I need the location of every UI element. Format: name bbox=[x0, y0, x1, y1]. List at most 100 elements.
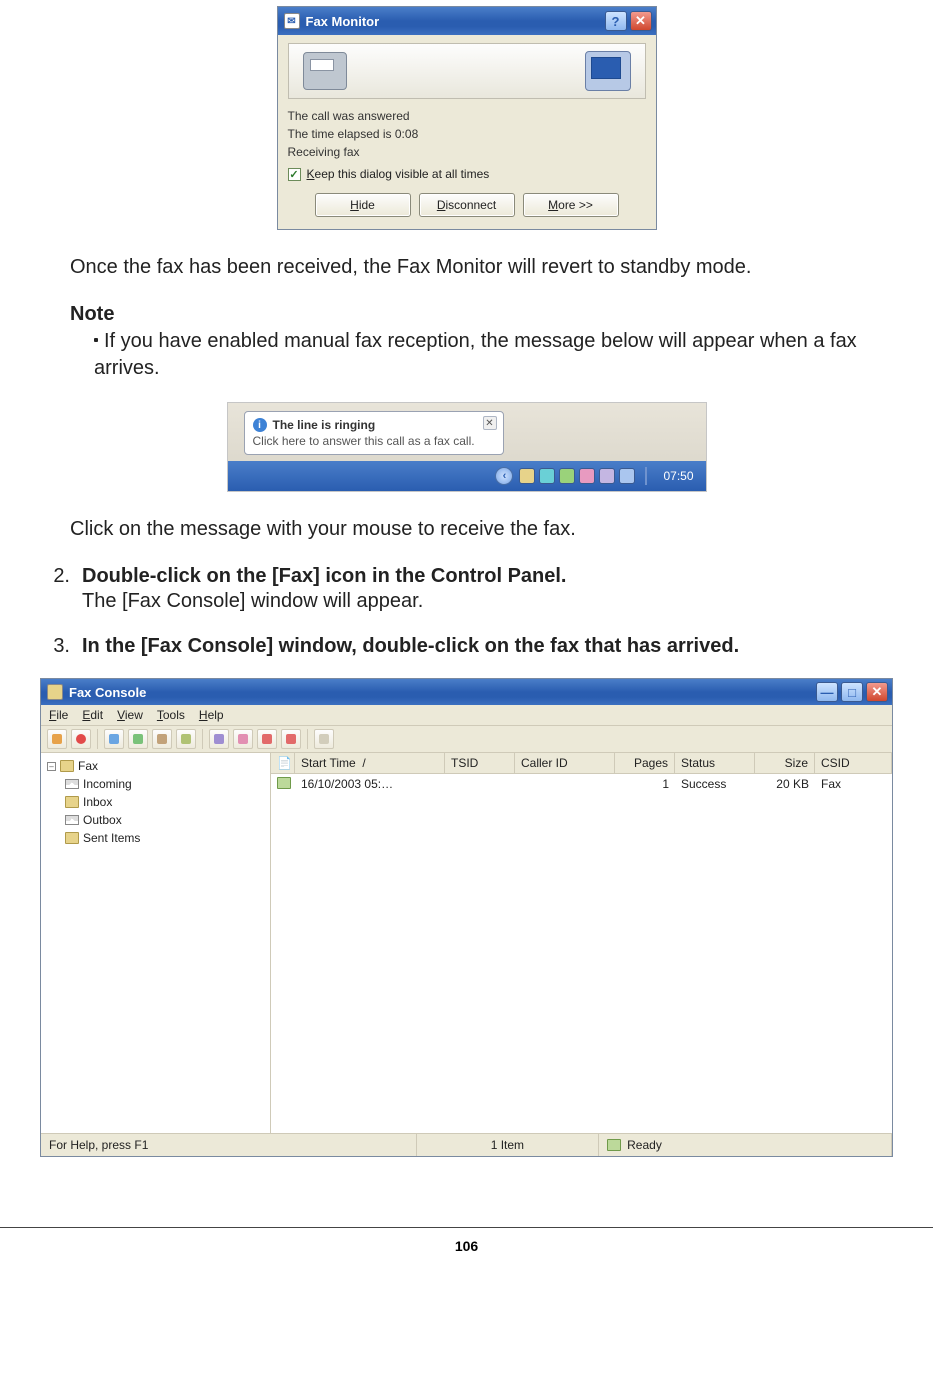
toolbar-button[interactable] bbox=[281, 729, 301, 749]
col-pages-header[interactable]: Pages bbox=[615, 753, 675, 773]
info-icon: i bbox=[253, 418, 267, 432]
close-button[interactable]: ✕ bbox=[866, 682, 888, 702]
tree-root-fax[interactable]: – Fax bbox=[47, 757, 264, 775]
balloon-body: Click here to answer this call as a fax … bbox=[253, 434, 495, 448]
bullet-icon bbox=[94, 338, 98, 342]
fax-console-app-icon bbox=[47, 684, 63, 700]
paragraph: Once the fax has been received, the Fax … bbox=[70, 254, 863, 281]
disconnect-button[interactable]: Disconnect bbox=[419, 193, 515, 217]
fax-monitor-title: Fax Monitor bbox=[306, 14, 380, 29]
tree-label: Incoming bbox=[83, 777, 132, 791]
status-line: The time elapsed is 0:08 bbox=[288, 125, 646, 143]
step-subtext: The [Fax Console] window will appear. bbox=[82, 590, 863, 613]
taskbar: ‹ 07:50 bbox=[228, 461, 706, 491]
tray-icon[interactable] bbox=[519, 468, 535, 484]
fax-console-titlebar[interactable]: Fax Console — □ ✕ bbox=[41, 679, 892, 705]
keep-visible-checkbox[interactable]: ✓ bbox=[288, 168, 301, 181]
toolbar-button[interactable] bbox=[209, 729, 229, 749]
cell-size: 20 KB bbox=[755, 774, 815, 795]
menubar: File Edit View Tools Help bbox=[41, 705, 892, 726]
col-caller-header[interactable]: Caller ID bbox=[515, 753, 615, 773]
page-number: 106 bbox=[455, 1238, 478, 1254]
col-start-header[interactable]: Start Time / bbox=[295, 753, 445, 773]
tray-clock: 07:50 bbox=[657, 469, 699, 483]
fax-monitor-app-icon: ✉ bbox=[284, 13, 300, 29]
tree-item-sent[interactable]: Sent Items bbox=[47, 829, 264, 847]
toolbar-button[interactable] bbox=[71, 729, 91, 749]
cell-caller bbox=[515, 774, 615, 795]
step-number: 3. bbox=[42, 635, 70, 658]
menu-tools[interactable]: Tools bbox=[157, 708, 185, 722]
tray-icon[interactable] bbox=[619, 468, 635, 484]
toolbar-button[interactable] bbox=[152, 729, 172, 749]
tree-label: Sent Items bbox=[83, 831, 140, 845]
toolbar-button[interactable] bbox=[176, 729, 196, 749]
col-icon-header[interactable]: 📄 bbox=[271, 753, 295, 773]
tray-icon[interactable] bbox=[599, 468, 615, 484]
transfer-dots-icon bbox=[357, 70, 575, 72]
toolbar-button[interactable] bbox=[257, 729, 277, 749]
tray-icon[interactable] bbox=[539, 468, 555, 484]
folder-icon bbox=[60, 760, 74, 772]
tree-label: Fax bbox=[78, 759, 98, 773]
tree-item-outbox[interactable]: Outbox bbox=[47, 811, 264, 829]
hide-button[interactable]: Hide bbox=[315, 193, 411, 217]
fax-monitor-titlebar[interactable]: ✉ Fax Monitor ? ✕ bbox=[278, 7, 656, 35]
tray-icons bbox=[519, 468, 635, 484]
folder-icon bbox=[65, 832, 79, 844]
toolbar-button[interactable] bbox=[314, 729, 334, 749]
paragraph: Click on the message with your mouse to … bbox=[70, 516, 863, 543]
step-number: 2. bbox=[42, 565, 70, 613]
more-button[interactable]: More >> bbox=[523, 193, 619, 217]
ready-icon bbox=[607, 1139, 621, 1151]
keep-visible-label[interactable]: Keep this dialog visible at all times bbox=[307, 167, 490, 181]
menu-view[interactable]: View bbox=[117, 708, 143, 722]
tray-icon[interactable] bbox=[579, 468, 595, 484]
tree-item-incoming[interactable]: Incoming bbox=[47, 775, 264, 793]
list-header: 📄 Start Time / TSID Caller ID Pages Stat… bbox=[271, 753, 892, 774]
col-csid-header[interactable]: CSID bbox=[815, 753, 892, 773]
statusbar-ready: Ready bbox=[599, 1134, 892, 1156]
statusbar-help: For Help, press F1 bbox=[41, 1134, 417, 1156]
tray-icon[interactable] bbox=[559, 468, 575, 484]
tree-label: Inbox bbox=[83, 795, 112, 809]
fax-console-window: Fax Console — □ ✕ File Edit View Tools H… bbox=[40, 678, 893, 1157]
toolbar-button[interactable] bbox=[128, 729, 148, 749]
col-size-header[interactable]: Size bbox=[755, 753, 815, 773]
fax-machine-icon bbox=[303, 52, 347, 90]
tray-separator-icon bbox=[645, 467, 647, 485]
table-row[interactable]: 16/10/2003 05:… 1 Success 20 KB Fax bbox=[271, 774, 892, 796]
note-body: If you have enabled manual fax reception… bbox=[70, 328, 863, 382]
ringing-balloon[interactable]: ✕ i The line is ringing Click here to an… bbox=[244, 411, 504, 455]
fax-list: 📄 Start Time / TSID Caller ID Pages Stat… bbox=[271, 753, 892, 1133]
cell-start: 16/10/2003 05:… bbox=[295, 774, 445, 795]
toolbar-button[interactable] bbox=[233, 729, 253, 749]
tree-label: Outbox bbox=[83, 813, 122, 827]
tray-expand-icon[interactable]: ‹ bbox=[495, 467, 513, 485]
fax-item-icon bbox=[277, 777, 291, 789]
menu-edit[interactable]: Edit bbox=[82, 708, 103, 722]
cell-status: Success bbox=[675, 774, 755, 795]
step-heading: In the [Fax Console] window, double-clic… bbox=[82, 635, 863, 658]
minimize-button[interactable]: — bbox=[816, 682, 838, 702]
col-status-header[interactable]: Status bbox=[675, 753, 755, 773]
folder-icon bbox=[65, 796, 79, 808]
tree-expander-icon[interactable]: – bbox=[47, 762, 56, 771]
close-button[interactable]: ✕ bbox=[630, 11, 652, 31]
menu-help[interactable]: Help bbox=[199, 708, 224, 722]
menu-file[interactable]: File bbox=[49, 708, 68, 722]
toolbar bbox=[41, 726, 892, 753]
envelope-icon bbox=[65, 779, 79, 789]
statusbar: For Help, press F1 1 Item Ready bbox=[41, 1133, 892, 1156]
help-button[interactable]: ? bbox=[605, 11, 627, 31]
statusbar-count: 1 Item bbox=[417, 1134, 600, 1156]
fax-monitor-dialog: ✉ Fax Monitor ? ✕ The call was answered … bbox=[277, 6, 657, 230]
col-tsid-header[interactable]: TSID bbox=[445, 753, 515, 773]
toolbar-button[interactable] bbox=[47, 729, 67, 749]
cell-pages: 1 bbox=[615, 774, 675, 795]
toolbar-button[interactable] bbox=[104, 729, 124, 749]
cell-csid: Fax bbox=[815, 774, 892, 795]
maximize-button[interactable]: □ bbox=[841, 682, 863, 702]
balloon-close-button[interactable]: ✕ bbox=[483, 416, 497, 430]
tree-item-inbox[interactable]: Inbox bbox=[47, 793, 264, 811]
